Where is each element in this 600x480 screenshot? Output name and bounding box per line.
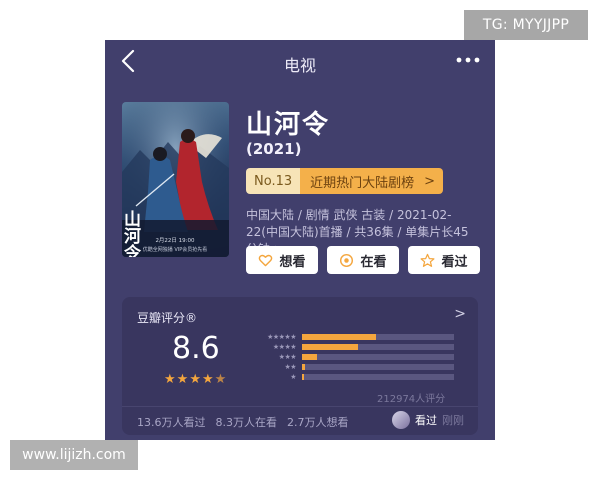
distribution-stars: ★★★★ [272,343,297,351]
navbar: 电视 [105,40,495,82]
page-title: 电视 [283,56,316,75]
watermark-bottom: www.lijizh.com [10,440,138,470]
watermark-top: TG: MYYJJPP [464,10,588,40]
distribution-track [302,364,454,370]
distribution-row: ★★★★★ [242,333,454,341]
distribution-row: ★★ [242,363,454,371]
rating-score: 8.6 [172,331,220,366]
distribution-stars: ★★ [284,363,296,371]
want-label: 想看 [279,254,306,270]
watching-label: 在看 [360,254,387,270]
distribution-bar [302,354,318,360]
distribution-stars: ★★★★★ [267,333,296,341]
watched-button[interactable]: 看过 [408,246,480,274]
target-icon [340,253,354,267]
rank-label-wrap: 近期热门大陆剧榜 > [300,168,444,194]
chevron-right-icon: > [424,173,436,189]
distribution-stars: ★★★ [278,353,297,361]
distribution-track [302,354,454,360]
star-icon [421,253,435,267]
watching-button[interactable]: 在看 [327,246,399,274]
rating-star-icon: ★ [164,372,177,387]
distribution-bar [302,344,359,350]
distribution-track [302,374,454,380]
poster-caption: 优酷全网独播 VIP会员抢先看 [143,246,208,253]
distribution-bar [302,364,306,370]
watched-label: 看过 [441,254,468,270]
vote-count: 212974人评分 [377,394,446,405]
user-status-label: 看过 [415,414,437,427]
distribution-row: ★★★ [242,353,454,361]
chevron-right-icon[interactable]: > [454,306,466,322]
show-year: (2021) [246,140,302,158]
rating-star-icon: ★ [214,372,228,387]
want-count: 2.7万人想看 [287,416,349,429]
rating-card[interactable]: 豆瓣评分® > 8.6 ★★★★★ ★★★★★ ★★★★ ★★★ ★★ ★ 212974… [122,297,478,435]
app-screen: 电视 山河令 2月22日 19:00 优酷全网独播 VIP会员抢先看 山河令 (… [105,40,495,440]
distribution-row: ★ [242,373,454,381]
user-status-time: 刚刚 [442,414,464,427]
rank-badge[interactable]: No.13 近期热门大陆剧榜 > [246,168,444,194]
heart-add-icon [259,254,273,266]
rating-star-icon: ★ [176,372,190,387]
want-to-watch-button[interactable]: 想看 [246,246,318,274]
distribution-row: ★★★★ [242,343,454,351]
user-status[interactable]: 看过 刚刚 [392,411,464,429]
rank-label: 近期热门大陆剧榜 [310,175,415,191]
rating-title: 豆瓣评分® [137,311,198,325]
poster-title: 山河令 [122,210,141,257]
rating-star-icon: ★ [201,372,215,387]
distribution-bar [302,374,304,380]
seen-count: 13.6万人看过 [137,416,206,429]
audience-stats: 13.6万人看过 8.3万人在看 2.7万人想看 [137,414,349,430]
rating-stars: ★★★★★ [164,372,227,387]
poster-image[interactable]: 山河令 2月22日 19:00 优酷全网独播 VIP会员抢先看 [122,102,229,257]
show-title: 山河令 [246,110,331,140]
distribution-stars: ★ [290,373,296,381]
distribution-bar [302,334,377,340]
watching-count: 8.3万人在看 [215,416,278,429]
rating-star-icon: ★ [189,372,202,387]
avatar [392,411,410,429]
divider [122,406,478,407]
distribution-track [302,334,454,340]
distribution-track [302,344,454,350]
poster-date: 2月22日 19:00 [155,237,195,244]
rank-number: No.13 [246,168,301,194]
more-icon[interactable] [455,52,481,68]
